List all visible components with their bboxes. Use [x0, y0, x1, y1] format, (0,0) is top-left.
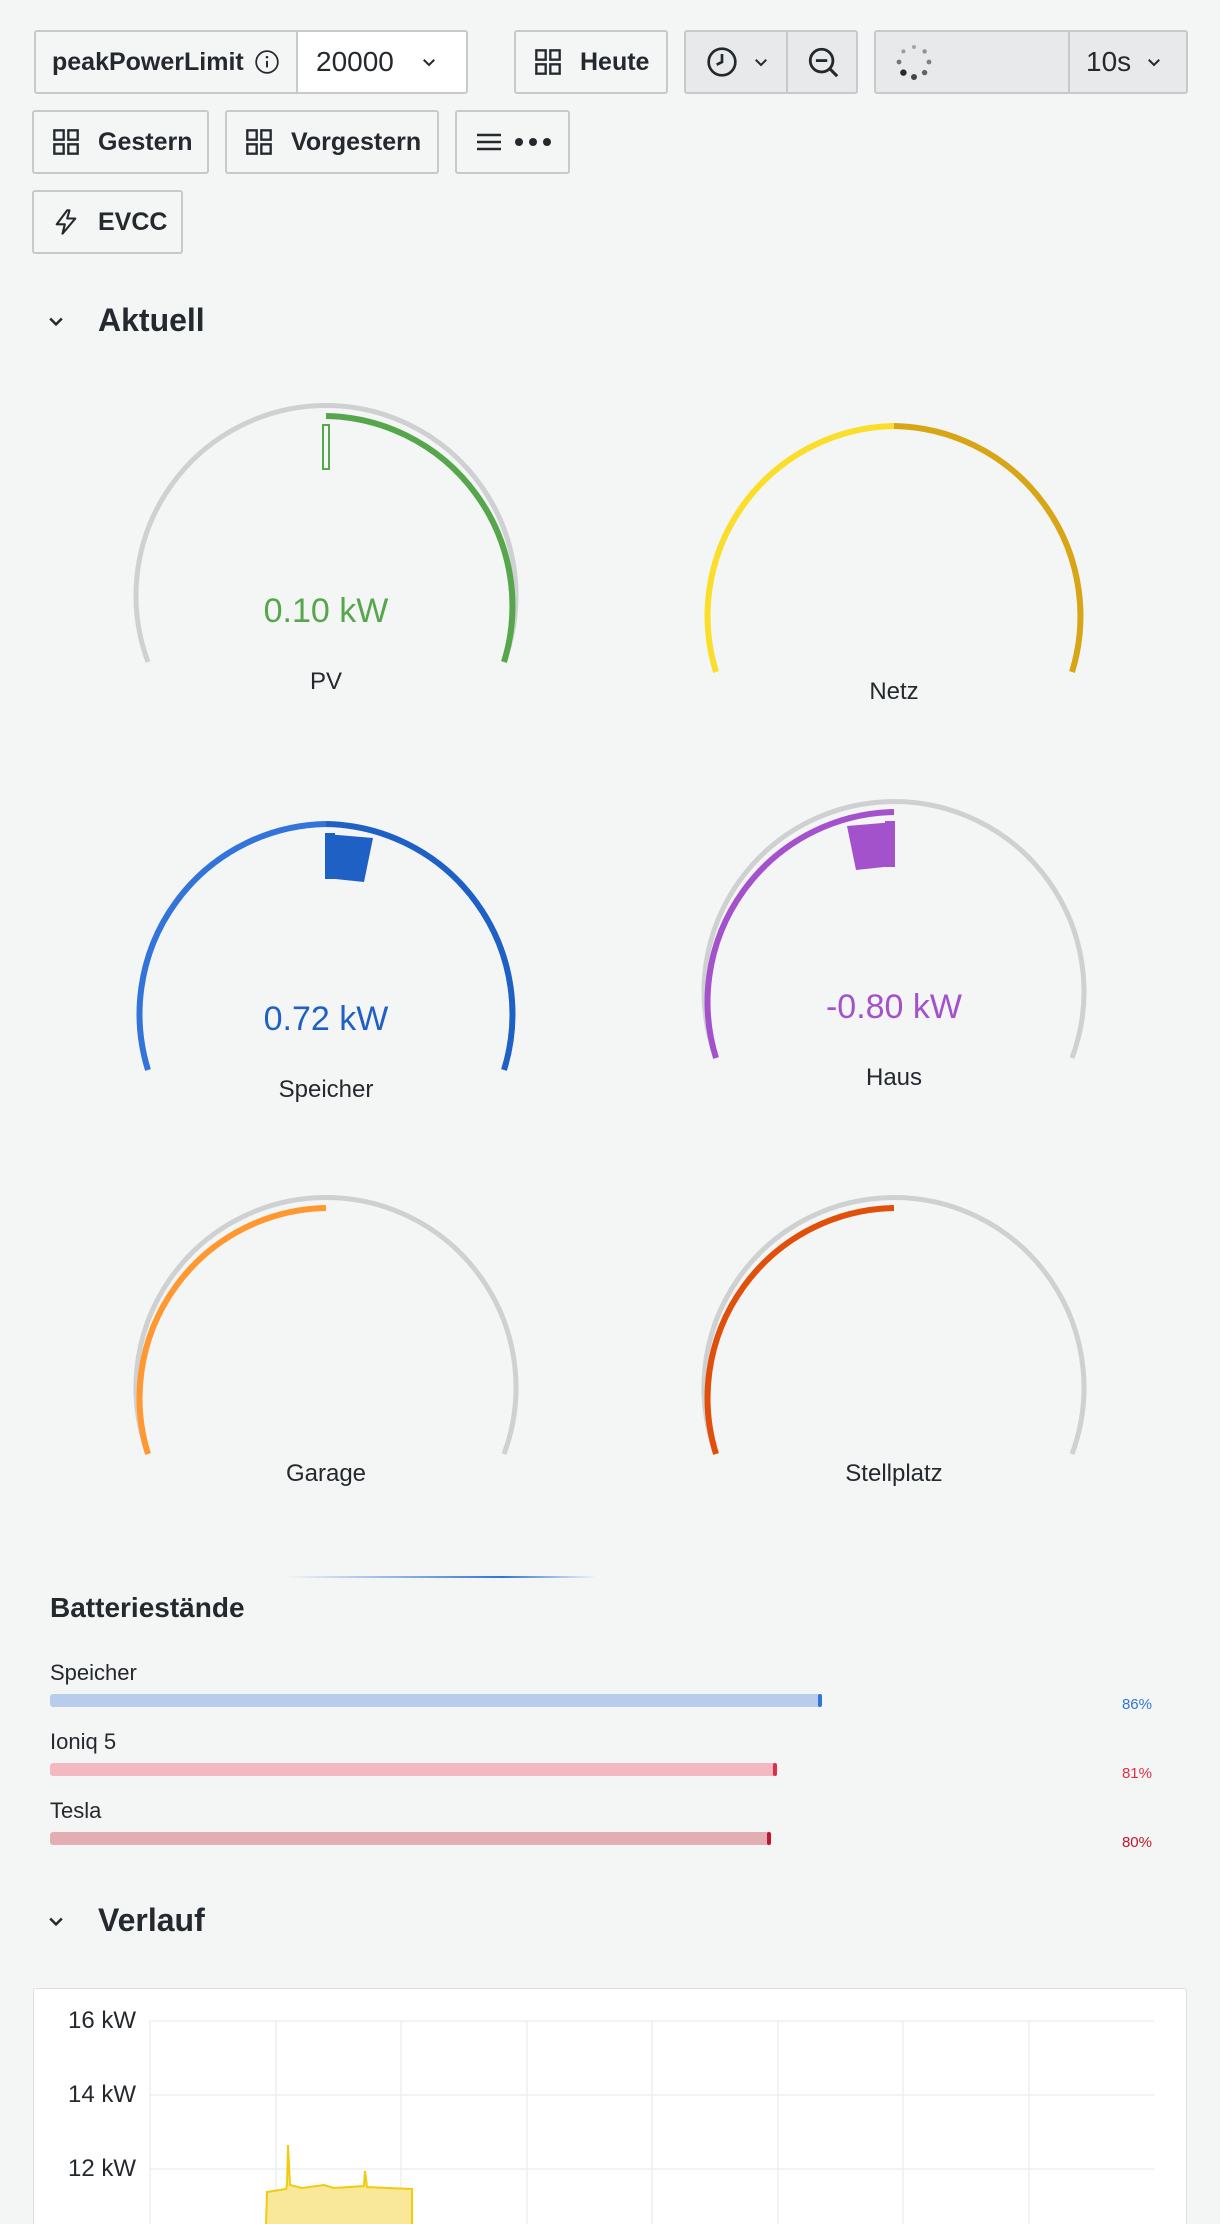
battery-percent: 81%: [1121, 1765, 1152, 1782]
dashboard-link-gestern-label: Gestern: [98, 127, 193, 156]
dashboard-link-vorgestern[interactable]: Vorgestern: [225, 110, 439, 174]
menu-icon: [477, 133, 501, 151]
variable-value-text: 20000: [316, 46, 394, 77]
dashboard-link-heute[interactable]: Heute: [514, 30, 668, 94]
gauge-pv[interactable]: 0.10 kW PV: [126, 400, 526, 710]
pv-series-area: [265, 2144, 413, 2224]
row-title-aktuell: Aktuell: [98, 302, 205, 338]
gauge-label: Speicher: [278, 1076, 374, 1103]
battery-fill-cap: [767, 1832, 771, 1845]
grid-icon: [535, 49, 561, 75]
row-title-verlauf: Verlauf: [98, 1902, 205, 1938]
refresh-button[interactable]: [874, 30, 1070, 94]
dashboard-link-evcc[interactable]: EVCC: [32, 190, 183, 254]
more-menu-button[interactable]: [455, 110, 570, 174]
time-picker-button[interactable]: [684, 30, 788, 94]
clock-icon: [707, 47, 737, 77]
gauge-label: Stellplatz: [845, 1460, 943, 1487]
gauge-label: Haus: [865, 1064, 923, 1091]
gauge-value: -0.80 kW: [825, 988, 963, 1026]
battery-bar-ioniq5: Ioniq 5 81%: [50, 1729, 1152, 1782]
variable-value-select[interactable]: 20000: [296, 30, 468, 94]
history-chart-panel[interactable]: 16 kW 14 kW 12 kW: [33, 1988, 1187, 2224]
battery-bar-speicher: Speicher 86%: [50, 1660, 1152, 1713]
ellipsis-icon: [515, 138, 551, 146]
gauge-value: 0.72 kW: [263, 1000, 389, 1038]
battery-fill-cap: [773, 1763, 777, 1776]
panel-loading-bar: [286, 1576, 596, 1578]
grid-icon: [53, 129, 79, 155]
refresh-interval-text: 10s: [1086, 46, 1132, 77]
gauge-arc: [133, 403, 519, 663]
battery-panel-title: Batteriestände: [50, 1592, 245, 1623]
gauge-haus[interactable]: -0.80 kW Haus: [694, 796, 1094, 1106]
row-header-verlauf[interactable]: Verlauf: [46, 1902, 205, 1939]
battery-name: Tesla: [50, 1798, 102, 1823]
gauge-label: Garage: [285, 1460, 367, 1487]
gauge-value: 0.10 kW: [263, 592, 389, 630]
info-icon[interactable]: [254, 49, 280, 75]
gauge-label: PV: [309, 668, 342, 695]
gauge-arc: [701, 799, 1087, 1059]
lightning-icon: [55, 209, 77, 235]
battery-fill: [50, 1832, 771, 1845]
dashboard-link-heute-label: Heute: [580, 47, 650, 76]
chevron-down-icon: [49, 1917, 63, 1926]
chevron-down-icon: [49, 317, 63, 326]
chevron-down-icon: [1148, 59, 1161, 67]
battery-percent: 80%: [1121, 1834, 1152, 1851]
gauge-label: Netz: [869, 678, 919, 705]
chevron-down-icon: [422, 59, 435, 67]
dashboard-link-evcc-label: EVCC: [98, 207, 168, 236]
battery-fill-cap: [818, 1694, 822, 1707]
battery-percent: 86%: [1121, 1696, 1152, 1713]
battery-name: Ioniq 5: [50, 1729, 117, 1754]
dashboard-link-gestern[interactable]: Gestern: [32, 110, 209, 174]
variable-label-text: peakPowerLimit: [52, 47, 244, 76]
history-chart-plot: [149, 2020, 1154, 2224]
gauge-speicher[interactable]: 0.72 kW Speicher: [126, 808, 526, 1118]
loading-spinner-icon: [896, 45, 932, 80]
dashboard-link-vorgestern-label: Vorgestern: [291, 127, 422, 156]
gauge-garage[interactable]: Garage: [126, 1192, 526, 1502]
row-header-aktuell[interactable]: Aktuell: [46, 302, 205, 339]
battery-fill: [50, 1763, 777, 1776]
zoom-out-icon: [808, 47, 839, 78]
battery-bar-tesla: Tesla 80%: [50, 1798, 1152, 1851]
variable-label: peakPowerLimit: [34, 30, 298, 94]
zoom-out-button[interactable]: [786, 30, 858, 94]
chevron-down-icon: [755, 59, 767, 67]
battery-name: Speicher: [50, 1660, 137, 1685]
battery-fill: [50, 1694, 822, 1707]
gauge-arc: [133, 1195, 519, 1455]
grid-icon: [246, 129, 272, 155]
gauge-arc: [701, 1195, 1087, 1455]
refresh-interval-select[interactable]: 10s: [1068, 30, 1188, 94]
gauge-arc: [136, 821, 516, 1071]
gauge-stellplatz[interactable]: Stellplatz: [694, 1192, 1094, 1502]
gauge-netz[interactable]: Netz: [694, 410, 1094, 720]
gauge-arc: [704, 423, 1084, 673]
